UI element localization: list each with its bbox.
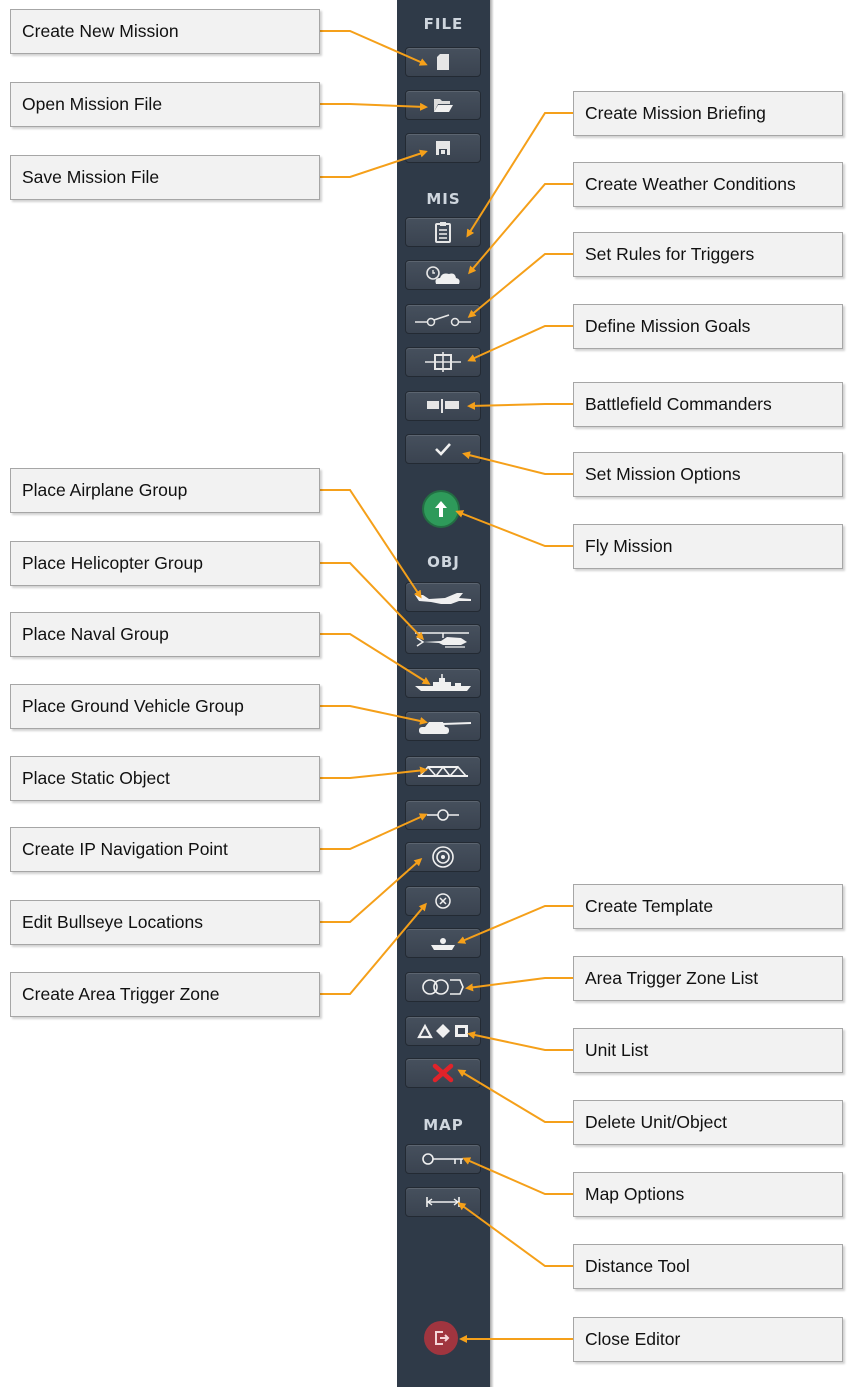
battlefield-commanders-button[interactable] [405, 391, 481, 421]
callout-edit-bullseye-locations: Edit Bullseye Locations [10, 900, 320, 945]
create-new-mission-button[interactable] [405, 47, 481, 77]
delete-unit-button[interactable] [405, 1058, 481, 1088]
unit-list-button[interactable] [405, 1016, 481, 1046]
floppy-disk-icon [436, 141, 450, 155]
static-object-button[interactable] [405, 756, 481, 786]
section-header-file: FILE [423, 15, 464, 33]
airplane-group-button[interactable] [405, 582, 481, 612]
helicopter-icon [415, 632, 469, 648]
callout-distance-tool: Distance Tool [573, 1244, 843, 1289]
callout-place-ground-vehicle-group: Place Ground Vehicle Group [10, 684, 320, 729]
callout-place-helicopter-group: Place Helicopter Group [10, 541, 320, 586]
map-options-button[interactable] [405, 1144, 481, 1174]
callout-define-mission-goals: Define Mission Goals [573, 304, 843, 349]
close-editor-button[interactable] [424, 1321, 458, 1355]
callout-set-rules-for-triggers: Set Rules for Triggers [573, 232, 843, 277]
callout-create-weather-conditions: Create Weather Conditions [573, 162, 843, 207]
section-header-mis: MIS [426, 190, 461, 208]
callout-create-template: Create Template [573, 884, 843, 929]
red-x-icon [432, 1063, 454, 1083]
green-arrow-up-icon [435, 501, 447, 517]
callout-place-airplane-group: Place Airplane Group [10, 468, 320, 513]
key-icon [422, 1153, 463, 1165]
ground-vehicle-group-button[interactable] [405, 711, 481, 741]
callout-save-mission-file: Save Mission File [10, 155, 320, 200]
section-header-map: MAP [423, 1116, 464, 1134]
callout-set-mission-options: Set Mission Options [573, 452, 843, 497]
naval-group-button[interactable] [405, 668, 481, 698]
ruler-icon [426, 1197, 460, 1207]
callout-place-naval-group: Place Naval Group [10, 612, 320, 657]
new-document-icon [437, 54, 449, 70]
callout-create-mission-briefing: Create Mission Briefing [573, 91, 843, 136]
mission-editor-toolbar: FILE MIS OBJ MAP [397, 0, 494, 1387]
ip-navigation-point-button[interactable] [405, 800, 481, 830]
tank-icon [419, 722, 472, 734]
airplane-icon [415, 593, 471, 604]
mission-options-button[interactable] [405, 434, 481, 464]
callout-place-static-object: Place Static Object [10, 756, 320, 801]
area-trigger-zone-button[interactable] [405, 886, 481, 916]
open-mission-file-button[interactable] [405, 90, 481, 120]
trigger-zone-list-button[interactable] [405, 972, 481, 1002]
callout-create-area-trigger-zone: Create Area Trigger Zone [10, 972, 320, 1017]
callout-close-editor: Close Editor [573, 1317, 843, 1362]
circle-x-icon [435, 893, 451, 909]
section-header-obj: OBJ [427, 553, 460, 571]
callout-delete-unit-object: Delete Unit/Object [573, 1100, 843, 1145]
save-mission-file-button[interactable] [405, 133, 481, 163]
ship-icon [415, 674, 471, 691]
trigger-rules-button[interactable] [405, 304, 481, 334]
bullseye-icon [432, 846, 454, 868]
callout-area-trigger-zone-list: Area Trigger Zone List [573, 956, 843, 1001]
bullseye-locations-button[interactable] [405, 842, 481, 872]
weather-conditions-button[interactable] [405, 260, 481, 290]
switch-icon [415, 314, 471, 327]
callout-create-ip-navigation-point: Create IP Navigation Point [10, 827, 320, 872]
folder-open-icon [434, 99, 453, 112]
waypoint-icon [427, 809, 459, 821]
clipboard-icon [435, 222, 451, 243]
callout-create-new-mission: Create New Mission [10, 9, 320, 54]
callout-unit-list: Unit List [573, 1028, 843, 1073]
exit-icon [435, 1331, 450, 1345]
target-box-icon [425, 352, 461, 372]
distance-tool-button[interactable] [405, 1187, 481, 1217]
rings-icon [422, 979, 464, 995]
helicopter-group-button[interactable] [405, 624, 481, 654]
flags-icon [427, 399, 459, 413]
bridge-icon [418, 765, 468, 778]
template-icon [431, 938, 455, 950]
callout-map-options: Map Options [573, 1172, 843, 1217]
callout-open-mission-file: Open Mission File [10, 82, 320, 127]
callout-fly-mission: Fly Mission [573, 524, 843, 569]
mission-goals-button[interactable] [405, 347, 481, 377]
create-template-button[interactable] [405, 928, 481, 958]
callout-battlefield-commanders: Battlefield Commanders [573, 382, 843, 427]
fly-mission-button[interactable] [424, 492, 458, 526]
checkmark-icon [435, 443, 451, 456]
shapes-icon [417, 1023, 468, 1039]
mission-briefing-button[interactable] [405, 217, 481, 247]
cloud-clock-icon [426, 266, 460, 284]
